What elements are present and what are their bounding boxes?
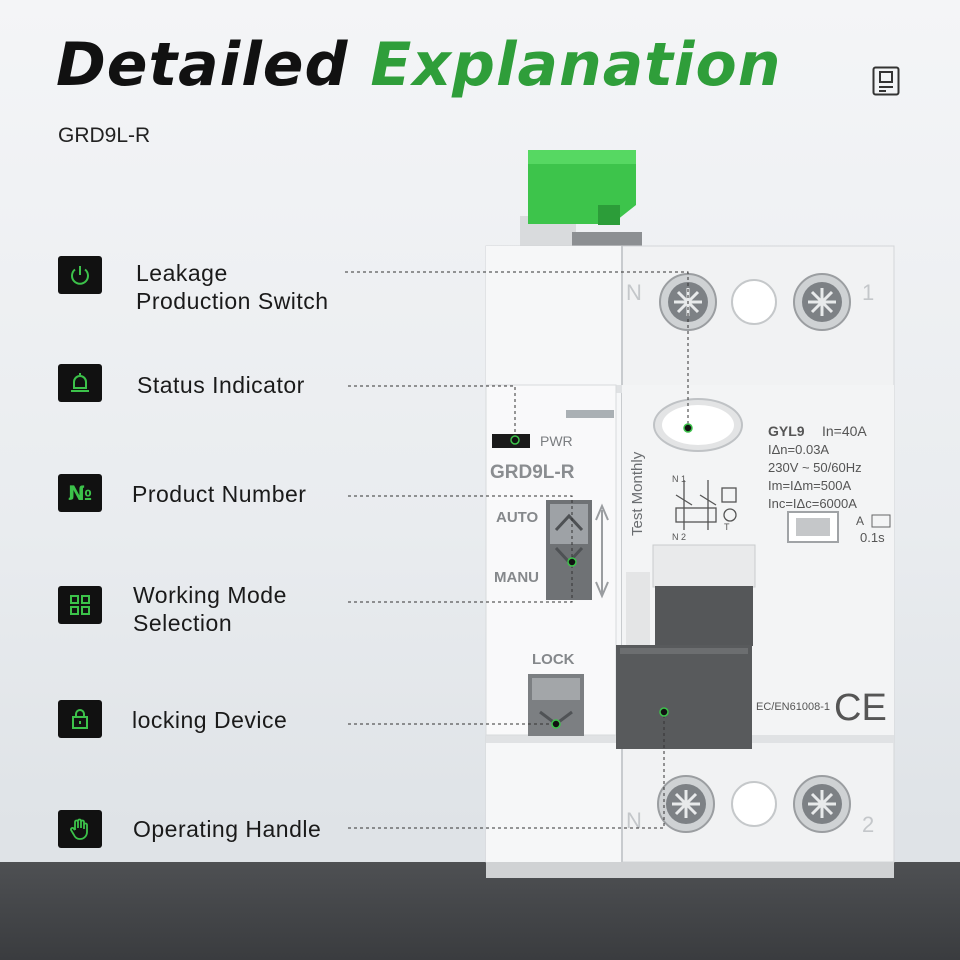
- feature-label-line1: Status Indicator: [137, 372, 305, 398]
- feature-label-line1: Leakage: [136, 260, 228, 286]
- spec-making-capacity: Im=IΔm=500A: [768, 478, 851, 493]
- lock-icon: [58, 700, 102, 738]
- terminal-n-bottom-label: N: [626, 808, 642, 833]
- standard-label: EC/EN61008-1: [756, 701, 830, 713]
- feature-locking-device: locking Device: [132, 706, 287, 734]
- lock-label: LOCK: [532, 651, 575, 668]
- schematic-bottom-label: N 2: [672, 532, 686, 542]
- schematic-top-label: N 1: [672, 474, 686, 484]
- spec-rated-current: In=40A: [822, 423, 867, 439]
- test-monthly-label: Test Monthly: [629, 451, 646, 536]
- feature-product-number: Product Number: [132, 480, 306, 508]
- operating-handle[interactable]: [616, 645, 752, 749]
- leakage-switch-toggle[interactable]: [520, 150, 642, 248]
- terminal-2-label: 2: [862, 812, 874, 837]
- grid-icon: [58, 586, 102, 624]
- bottom-terminals: [657, 775, 851, 833]
- numero-icon: №: [58, 474, 102, 512]
- feature-label-line1: Operating Handle: [133, 816, 322, 842]
- spec-trip-time: 0.1s: [860, 530, 885, 545]
- feature-label-line1: Product Number: [132, 481, 307, 507]
- bell-icon: [58, 364, 102, 402]
- manu-label: MANU: [494, 569, 539, 586]
- terminal-n-top-label: N: [626, 280, 642, 305]
- feature-working-mode: Working Mode Selection: [133, 581, 287, 637]
- feature-label-line2: Production Switch: [136, 288, 329, 314]
- spec-voltage: 230V ~ 50/60Hz: [768, 460, 862, 475]
- spec-series: GYL9: [768, 423, 805, 439]
- terminal-1-label: 1: [862, 280, 874, 305]
- device-model-label: GRD9L-R: [490, 462, 575, 483]
- hand-icon: [58, 810, 102, 848]
- feature-status-indicator: Status Indicator: [137, 371, 305, 399]
- feature-label-line2: Selection: [133, 610, 233, 636]
- spec-residual-current: IΔn=0.03A: [768, 442, 829, 457]
- power-icon: [58, 256, 102, 294]
- feature-operating-handle: Operating Handle: [133, 815, 321, 843]
- spec-type-a: A: [856, 514, 864, 528]
- auto-label: AUTO: [496, 509, 539, 526]
- schematic-test-label: T: [724, 522, 730, 532]
- ce-mark: CE: [834, 687, 887, 729]
- feature-label-line1: Working Mode: [133, 582, 287, 608]
- spec-short-circuit: Inc=IΔc=6000A: [768, 496, 857, 511]
- feature-leakage-switch: Leakage Production Switch: [136, 259, 329, 315]
- feature-label-line1: locking Device: [132, 707, 288, 733]
- pwr-label: PWR: [540, 433, 573, 449]
